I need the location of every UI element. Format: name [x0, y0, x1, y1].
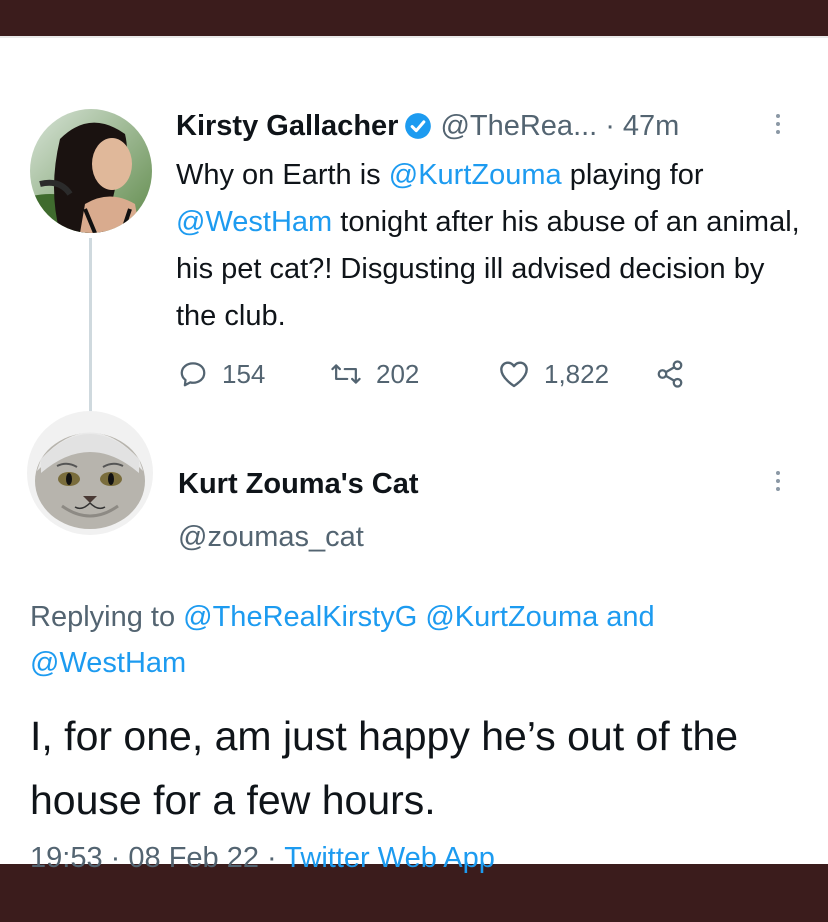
post-time[interactable]: 19:53	[30, 842, 103, 874]
reply-action[interactable]: 154	[178, 359, 330, 390]
share-icon	[654, 359, 686, 389]
replying-conjunction: and	[606, 601, 655, 633]
like-count: 1,822	[544, 358, 610, 389]
retweet-count: 202	[376, 358, 420, 389]
retweet-action[interactable]: 202	[330, 359, 498, 390]
post-date[interactable]: 08 Feb 22	[128, 842, 259, 874]
replying-to: Replying to @TheRealKirstyG @KurtZouma a…	[30, 594, 800, 686]
text-segment: playing for	[561, 159, 704, 191]
mention-link[interactable]: @KurtZouma	[425, 601, 598, 633]
dot-separator: ·	[267, 842, 277, 874]
handle[interactable]: @zoumas_cat	[178, 519, 364, 555]
source-app-link[interactable]: Twitter Web App	[284, 842, 495, 874]
reply-count: 154	[222, 358, 266, 389]
mention-link[interactable]: @TheRealKirstyG	[183, 601, 417, 633]
timestamp[interactable]: 47m	[623, 110, 679, 143]
kirsty-avatar[interactable]	[30, 109, 152, 233]
handle[interactable]: @TheRea...	[440, 110, 597, 143]
text-segment: Why on Earth is	[176, 159, 389, 191]
mention-link[interactable]: @KurtZouma	[389, 159, 562, 191]
tweet1-actions: 154 202 1,822	[178, 356, 686, 392]
mention-link[interactable]: @WestHam	[176, 206, 332, 238]
display-name[interactable]: Kurt Zouma's Cat	[178, 466, 419, 502]
dot-separator: ·	[110, 842, 121, 874]
retweet-icon	[330, 359, 362, 389]
heart-icon	[498, 359, 530, 389]
cat-avatar[interactable]	[27, 411, 153, 535]
mention-link[interactable]: @WestHam	[30, 647, 186, 679]
verified-badge-icon	[404, 112, 432, 140]
reply-text: I, for one, am just happy he’s out of th…	[30, 713, 739, 823]
share-action[interactable]	[654, 359, 686, 389]
reply-icon	[178, 359, 208, 389]
dot-separator: ·	[605, 109, 615, 142]
like-action[interactable]: 1,822	[498, 359, 654, 390]
tweet1-text: Why on Earth is @KurtZouma playing for @…	[176, 152, 806, 340]
replying-prefix: Replying to	[30, 601, 184, 633]
more-options-icon[interactable]	[774, 471, 782, 491]
more-options-icon[interactable]	[774, 114, 782, 134]
tweet1-header: Kirsty Gallacher @TheRea... · 47m	[176, 102, 679, 150]
display-name[interactable]: Kirsty Gallacher	[176, 110, 398, 143]
tweet2-meta: 19:53 · 08 Feb 22 · Twitter Web App	[30, 838, 495, 878]
tweet-card: Kirsty Gallacher @TheRea... · 47m Why on…	[0, 36, 828, 874]
